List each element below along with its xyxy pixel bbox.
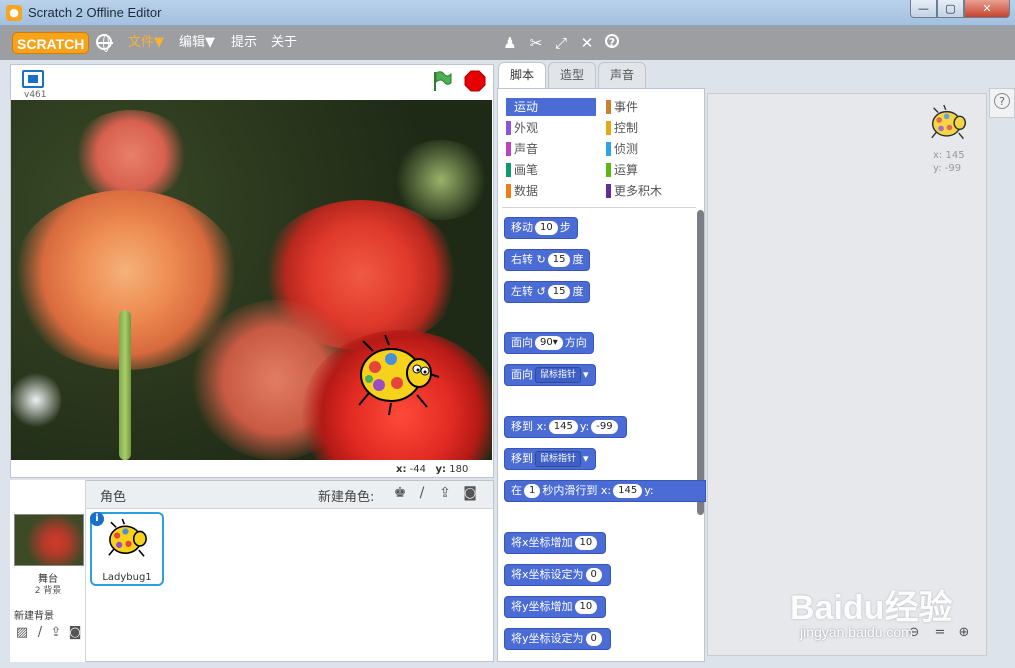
rotate-counterclockwise-icon: ↺ bbox=[536, 285, 546, 298]
backdrop-library-icon[interactable]: ▨ bbox=[14, 625, 30, 641]
help-icon[interactable]: ? bbox=[605, 34, 619, 49]
sprite-x-position: x: 145 bbox=[933, 150, 965, 161]
grow-icon[interactable]: ⤢ bbox=[552, 34, 570, 52]
stage-thumbnail[interactable] bbox=[14, 514, 84, 566]
sprite-info-icon[interactable]: i bbox=[90, 512, 104, 526]
palette-scrollbar[interactable] bbox=[697, 210, 704, 515]
tab-sounds[interactable]: 声音 bbox=[598, 62, 646, 88]
category-pen[interactable]: 画笔 bbox=[506, 161, 596, 179]
block-set-y[interactable]: 将y坐标设定为 0 bbox=[504, 628, 611, 650]
category-events[interactable]: 事件 bbox=[606, 98, 696, 116]
stage-canvas[interactable] bbox=[11, 100, 492, 460]
category-sensing[interactable]: 侦测 bbox=[606, 140, 696, 158]
category-more-blocks[interactable]: 更多积木 bbox=[606, 182, 696, 200]
scripts-area[interactable] bbox=[707, 93, 987, 656]
camera-icon[interactable]: ◙ bbox=[461, 484, 479, 502]
dropdown-arrow-icon: ▾ bbox=[583, 368, 589, 381]
block-point-in-direction[interactable]: 面向 90▾ 方向 bbox=[504, 332, 594, 354]
window-title: Scratch 2 Offline Editor bbox=[28, 5, 162, 20]
category-operators[interactable]: 运算 bbox=[606, 161, 696, 179]
green-flag-icon[interactable] bbox=[432, 70, 452, 92]
sprite-library-icon[interactable]: ♚ bbox=[391, 484, 409, 502]
zoom-in-icon[interactable]: ⊕ bbox=[956, 625, 972, 641]
block-point-towards[interactable]: 面向 鼠标指针 ▾ bbox=[504, 364, 596, 386]
palette-divider bbox=[502, 207, 696, 208]
version-label: v461 bbox=[24, 90, 47, 100]
menu-tips[interactable]: 提示 bbox=[231, 34, 257, 52]
presentation-mode-icon[interactable] bbox=[22, 70, 44, 88]
block-set-x[interactable]: 将x坐标设定为 0 bbox=[504, 564, 611, 586]
scratch-logo[interactable]: SCRATCH bbox=[12, 32, 90, 54]
sprites-label: 角色 bbox=[100, 490, 127, 505]
backdrop-paint-icon[interactable]: / bbox=[32, 625, 48, 641]
tab-costumes[interactable]: 造型 bbox=[548, 62, 596, 88]
watermark: Baidu经验 bbox=[790, 589, 953, 627]
delete-icon[interactable]: ✂ bbox=[527, 34, 545, 52]
watermark-url: jingyan.baidu.com bbox=[800, 624, 913, 640]
maximize-button[interactable]: ▢ bbox=[937, 0, 964, 18]
language-globe-icon[interactable] bbox=[96, 34, 113, 52]
close-button[interactable]: ✕ bbox=[964, 0, 1010, 18]
menu-file[interactable]: 文件▼ bbox=[128, 34, 164, 52]
block-glide[interactable]: 在 1 秒内滑行到 x: 145 y: bbox=[504, 480, 706, 502]
menu-about[interactable]: 关于 bbox=[271, 34, 297, 52]
backdrop-upload-icon[interactable]: ⇪ bbox=[48, 625, 64, 641]
tab-scripts[interactable]: 脚本 bbox=[498, 62, 546, 89]
block-change-y[interactable]: 将y坐标增加 10 bbox=[504, 596, 607, 618]
new-backdrop-label: 新建背景 bbox=[14, 611, 54, 622]
new-sprite-label: 新建角色: bbox=[318, 490, 375, 505]
stop-icon[interactable] bbox=[464, 70, 486, 92]
block-go-to-xy[interactable]: 移到 x: 145 y: -99 bbox=[504, 416, 627, 438]
paint-brush-icon[interactable]: / bbox=[413, 484, 431, 502]
scratch-cat-icon: ● bbox=[6, 5, 22, 21]
ladybug-thumbnail bbox=[108, 518, 147, 557]
dropdown-arrow-icon: ▾ bbox=[583, 452, 589, 465]
upload-icon[interactable]: ⇪ bbox=[436, 484, 454, 502]
menu-edit[interactable]: 编辑▼ bbox=[179, 34, 215, 52]
block-turn-right[interactable]: 右转 ↻ 15 度 bbox=[504, 249, 591, 271]
block-go-to[interactable]: 移到 鼠标指针 ▾ bbox=[504, 448, 596, 470]
sprite-name: Ladybug1 bbox=[102, 572, 152, 583]
category-motion[interactable]: 运动 bbox=[506, 98, 596, 116]
minimize-button[interactable]: — bbox=[910, 0, 937, 18]
category-sound[interactable]: 声音 bbox=[506, 140, 596, 158]
duplicate-icon[interactable]: ♟ bbox=[501, 34, 519, 52]
block-move-steps[interactable]: 移动 10 步 bbox=[504, 217, 578, 239]
sprite-header bbox=[86, 481, 493, 509]
block-turn-left[interactable]: 左转 ↺ 15 度 bbox=[504, 281, 591, 303]
block-change-x[interactable]: 将x坐标增加 10 bbox=[504, 532, 607, 554]
rotate-clockwise-icon: ↻ bbox=[536, 253, 546, 266]
sprite-y-position: y: -99 bbox=[933, 163, 962, 174]
mouse-y-value: 180 bbox=[449, 464, 469, 475]
current-sprite-icon bbox=[931, 104, 967, 140]
ladybug-sprite[interactable] bbox=[351, 333, 441, 418]
tips-help-icon[interactable]: ? bbox=[994, 93, 1010, 109]
mouse-x-value: -44 bbox=[409, 464, 426, 475]
backdrop-count: 2 背景 bbox=[34, 586, 62, 596]
shrink-icon[interactable]: ✕ bbox=[578, 34, 596, 52]
category-looks[interactable]: 外观 bbox=[506, 119, 596, 137]
category-data[interactable]: 数据 bbox=[506, 182, 596, 200]
category-control[interactable]: 控制 bbox=[606, 119, 696, 137]
backdrop-camera-icon[interactable]: ◙ bbox=[67, 625, 83, 641]
mouse-coordinates: x: -44 y: 180 bbox=[396, 464, 469, 475]
